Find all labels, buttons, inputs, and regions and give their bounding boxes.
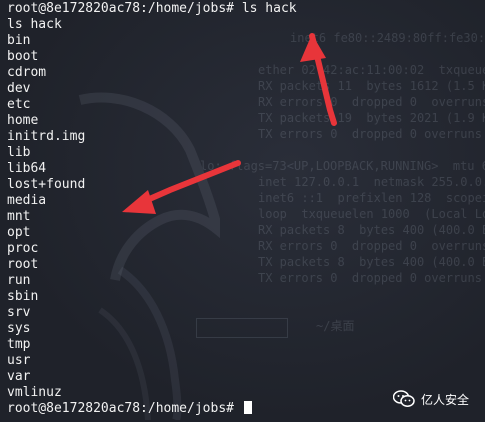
wechat-icon <box>392 390 415 407</box>
watermark-text: 亿人安全 <box>420 392 469 407</box>
terminal-window[interactable]: inet6 fe80::2489:80ff:fe30:34a8 prefixle… <box>0 0 485 422</box>
arrow-to-listing <box>135 160 241 207</box>
watermark: 亿人安全 <box>392 390 469 408</box>
arrow-head <box>122 190 156 214</box>
arrow-head <box>300 34 326 62</box>
annotation-arrows <box>122 33 337 214</box>
